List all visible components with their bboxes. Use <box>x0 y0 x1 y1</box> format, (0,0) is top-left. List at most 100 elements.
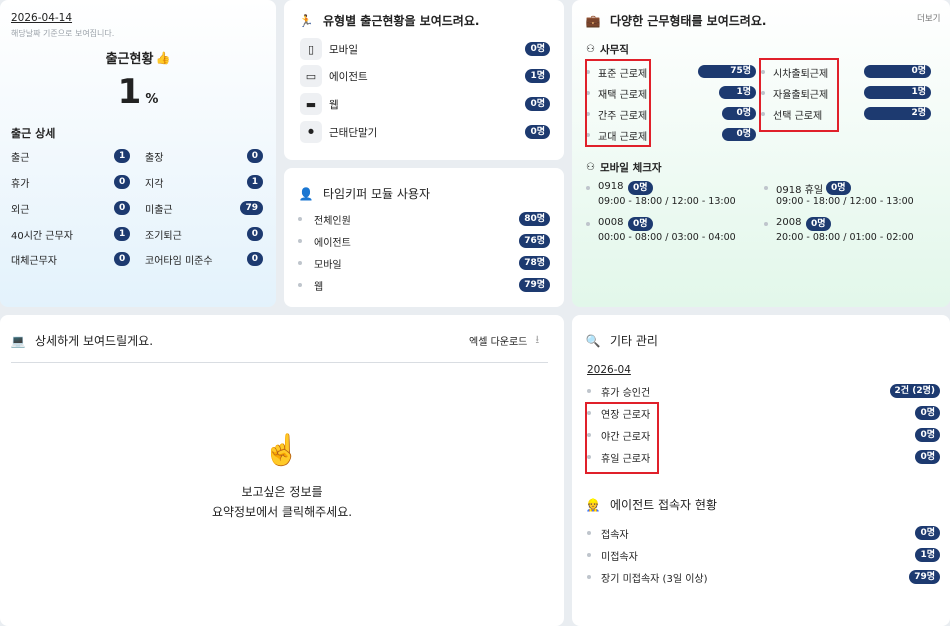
running-person-icon: 🏃 <box>298 13 314 28</box>
mobile-check-item[interactable]: 0918 휴일 0명 09:00 - 18:00 / 12:00 - 13:00 <box>764 181 939 213</box>
work-type-bar[interactable]: 75명 <box>698 65 756 78</box>
attendance-detail-count[interactable]: 0 <box>114 252 131 266</box>
timekeeper-row[interactable]: 모바일 78명 <box>298 256 550 271</box>
excel-download-button[interactable]: 엑셀 다운로드 ⭳ <box>469 331 539 350</box>
attendance-detail-count[interactable]: 0 <box>246 252 263 266</box>
attendance-detail-row[interactable]: 외근 0 <box>11 201 131 216</box>
attendance-card: 2026-04-14 해당날짜 기준으로 보여집니다. 출근현황 👍 1 % 출… <box>0 0 276 307</box>
attendance-detail-label: 휴가 <box>11 179 30 190</box>
attendance-percent[interactable]: 1 <box>118 72 142 112</box>
attendance-percent-unit: % <box>145 92 159 107</box>
type-status-label: 모바일 <box>329 44 358 56</box>
attendance-detail-count[interactable]: 0 <box>114 201 131 215</box>
timekeeper-row[interactable]: 웹 79명 <box>298 278 550 293</box>
attendance-detail-label: 지각 <box>145 179 164 190</box>
work-type-bar[interactable]: 2명 <box>864 107 931 120</box>
attendance-note: 해당날짜 기준으로 보여집니다. <box>11 29 115 38</box>
bullet-dot <box>298 283 302 287</box>
agent-count[interactable]: 1명 <box>915 548 940 562</box>
type-status-count[interactable]: 1명 <box>525 69 550 83</box>
type-status-row[interactable]: ⏺ 근태단말기 0명 <box>300 121 550 143</box>
mobile-title: 모바일 체크자 <box>599 162 662 174</box>
agent-row[interactable]: 접속자 0명 <box>587 526 940 541</box>
attendance-detail-count[interactable]: 79 <box>240 201 263 215</box>
attendance-detail-row[interactable]: 출장 0 <box>145 149 263 164</box>
agent-label: 미접속자 <box>601 552 638 563</box>
attendance-detail-row[interactable]: 조기퇴근 0 <box>145 227 263 242</box>
timekeeper-count[interactable]: 79명 <box>519 278 550 292</box>
thumbs-up-icon: 👍 <box>155 50 171 65</box>
attendance-detail-count[interactable]: 1 <box>246 175 263 189</box>
pointing-hand-icon: ☝️ <box>263 433 301 468</box>
attendance-detail-label: 외근 <box>11 205 30 216</box>
timekeeper-label: 전체인원 <box>314 216 351 227</box>
timekeeper-count[interactable]: 80명 <box>519 212 550 226</box>
attendance-detail-row[interactable]: 대체근무자 0 <box>11 252 131 267</box>
bullet-dot <box>764 222 768 226</box>
bullet-dot <box>587 553 591 557</box>
more-link[interactable]: 더보기 <box>917 12 940 24</box>
etc-count[interactable]: 0명 <box>915 406 940 420</box>
attendance-detail-title: 출근 상세 <box>11 127 56 140</box>
mobile-check-item[interactable]: 0918 0명 09:00 - 18:00 / 12:00 - 13:00 <box>586 181 761 213</box>
work-type-bar[interactable]: 1명 <box>719 86 756 99</box>
timekeeper-row[interactable]: 에이전트 76명 <box>298 234 550 249</box>
attendance-detail-label: 출장 <box>145 153 164 164</box>
attendance-detail-row[interactable]: 코어타임 미준수 0 <box>145 252 263 267</box>
work-type-bar[interactable]: 0명 <box>722 128 756 141</box>
attendance-detail-count[interactable]: 0 <box>246 149 263 163</box>
etc-count[interactable]: 2건 (2명) <box>889 384 940 398</box>
person-outline-icon: ⚇ <box>586 44 595 55</box>
attendance-date[interactable]: 2026-04-14 <box>11 12 72 24</box>
attendance-detail-row[interactable]: 미출근 79 <box>145 201 263 216</box>
type-status-row[interactable]: ▬ 웹 0명 <box>300 93 550 115</box>
highlight-box-etc <box>585 402 659 474</box>
type-status-row[interactable]: ▯ 모바일 0명 <box>300 38 550 60</box>
attendance-detail-row[interactable]: 40시간 근무자 1 <box>11 227 131 242</box>
bullet-dot <box>298 239 302 243</box>
mobile-check-time: 20:00 - 08:00 / 01:00 - 02:00 <box>776 232 914 243</box>
attendance-detail-row[interactable]: 출근 1 <box>11 149 131 164</box>
type-status-count[interactable]: 0명 <box>525 42 550 56</box>
attendance-detail-count[interactable]: 1 <box>114 149 131 163</box>
etc-count[interactable]: 0명 <box>915 450 940 464</box>
attendance-detail-count[interactable]: 0 <box>246 227 263 241</box>
mobile-check-item[interactable]: 0008 0명 00:00 - 08:00 / 03:00 - 04:00 <box>586 217 761 249</box>
timekeeper-count[interactable]: 76명 <box>519 234 550 248</box>
bullet-dot <box>764 186 768 190</box>
work-type-bar[interactable]: 0명 <box>864 65 931 78</box>
type-status-count[interactable]: 0명 <box>525 97 550 111</box>
timekeeper-count[interactable]: 78명 <box>519 256 550 270</box>
work-type-bar[interactable]: 0명 <box>722 107 756 120</box>
attendance-detail-row[interactable]: 휴가 0 <box>11 175 131 190</box>
etc-label: 휴가 승인건 <box>601 388 651 399</box>
attendance-detail-count[interactable]: 0 <box>114 175 131 189</box>
type-status-row[interactable]: ▭ 에이전트 1명 <box>300 65 550 87</box>
detail-title: 상세하게 보여드릴게요. <box>35 334 154 348</box>
download-icon: ⭳ <box>535 333 540 346</box>
mobile-check-code: 0918 휴일 <box>776 185 824 196</box>
etc-month[interactable]: 2026-04 <box>587 364 631 376</box>
agent-count[interactable]: 0명 <box>915 526 940 540</box>
mobile-check-item[interactable]: 2008 0명 20:00 - 08:00 / 01:00 - 02:00 <box>764 217 939 249</box>
mobile-check-count[interactable]: 0명 <box>826 181 851 195</box>
mobile-check-code: 0918 <box>598 181 624 192</box>
attendance-detail-row[interactable]: 지각 1 <box>145 175 263 190</box>
bullet-dot <box>586 222 590 226</box>
mobile-check-count[interactable]: 0명 <box>628 217 653 231</box>
agent-count[interactable]: 79명 <box>909 570 940 584</box>
attendance-detail-count[interactable]: 1 <box>114 227 131 241</box>
mobile-check-count[interactable]: 0명 <box>628 181 653 195</box>
timekeeper-header: 👤 타임키퍼 모듈 사용자 <box>299 185 430 202</box>
agent-row[interactable]: 장기 미접속자 (3일 이상) 79명 <box>587 570 940 585</box>
etc-count[interactable]: 0명 <box>915 428 940 442</box>
mobile-check-count[interactable]: 0명 <box>806 217 831 231</box>
etc-row[interactable]: 휴가 승인건 2건 (2명) <box>587 384 940 399</box>
agent-row[interactable]: 미접속자 1명 <box>587 548 940 563</box>
etc-header: 🔍 기타 관리 <box>586 332 658 349</box>
type-status-count[interactable]: 0명 <box>525 125 550 139</box>
timekeeper-row[interactable]: 전체인원 80명 <box>298 212 550 227</box>
bullet-dot <box>298 261 302 265</box>
agent-label: 장기 미접속자 (3일 이상) <box>601 574 708 585</box>
work-type-bar[interactable]: 1명 <box>864 86 931 99</box>
